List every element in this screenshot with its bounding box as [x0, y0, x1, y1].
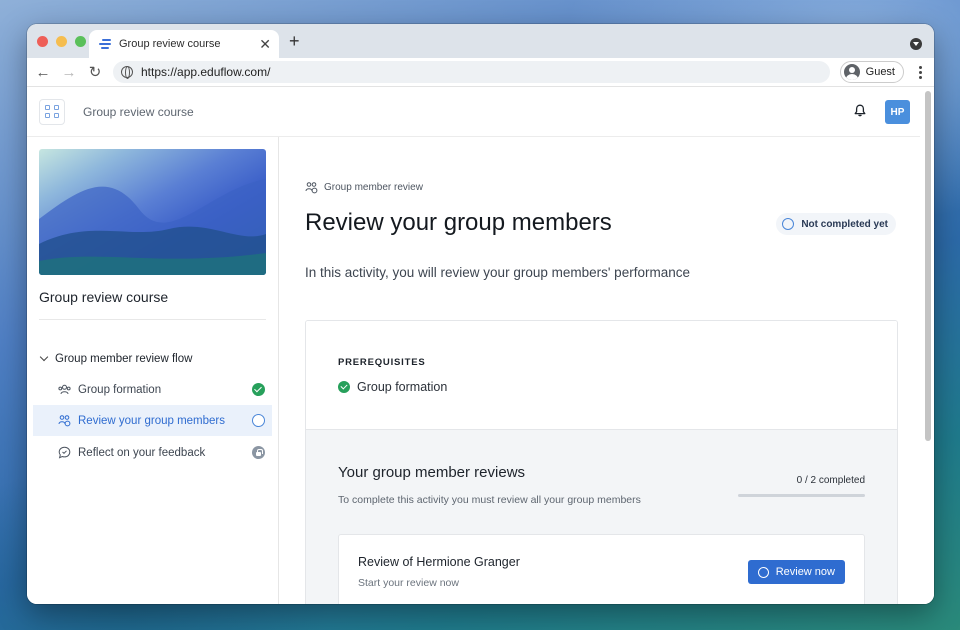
- chat-icon: [58, 446, 71, 459]
- group-review-icon: [305, 182, 318, 194]
- sidebar-item-label: Reflect on your feedback: [78, 446, 206, 459]
- lock-icon: [252, 446, 265, 459]
- browser-window: Group review course ✕ + ← → ↻ https://ap…: [27, 24, 934, 604]
- prerequisites-section: PREREQUISITES Group formation: [306, 321, 897, 430]
- browser-tab[interactable]: Group review course ✕: [89, 30, 279, 58]
- browser-toolbar: ← → ↻ https://app.eduflow.com/ Guest: [27, 58, 934, 87]
- forward-arrow-icon[interactable]: →: [61, 64, 77, 81]
- reviews-subtitle: To complete this activity you must revie…: [338, 494, 641, 506]
- url-text: https://app.eduflow.com/: [141, 65, 271, 79]
- tab-title: Group review course: [119, 38, 221, 50]
- bell-icon[interactable]: [854, 104, 866, 117]
- zoom-window-button[interactable]: [75, 36, 86, 47]
- flow-title: Group member review flow: [55, 353, 193, 365]
- sidebar-course-name: Group review course: [39, 289, 169, 305]
- group-icon: [58, 384, 71, 395]
- activity-description: In this activity, you will review your g…: [305, 265, 690, 280]
- course-cover-image: [39, 149, 266, 275]
- app-content: Group review course HP Group review cour…: [27, 87, 934, 604]
- prerequisites-label: PREREQUISITES: [338, 357, 426, 368]
- completed-check-icon: [338, 381, 350, 393]
- not-completed-circle-icon: [252, 414, 265, 427]
- guest-avatar-icon: [843, 64, 860, 80]
- user-avatar[interactable]: HP: [885, 100, 910, 124]
- reviews-section: Your group member reviews To complete th…: [306, 430, 897, 604]
- app-header: Group review course HP: [27, 87, 934, 137]
- close-window-button[interactable]: [37, 36, 48, 47]
- reload-icon[interactable]: ↻: [87, 64, 103, 81]
- flow-section-header[interactable]: Group member review flow: [39, 352, 193, 365]
- address-bar[interactable]: https://app.eduflow.com/: [113, 61, 830, 83]
- scrollbar[interactable]: [920, 87, 934, 604]
- minimize-window-button[interactable]: [56, 36, 67, 47]
- review-subtitle: Start your review now: [358, 577, 459, 589]
- close-tab-icon[interactable]: ✕: [259, 37, 271, 51]
- eduflow-favicon-icon: [99, 39, 111, 49]
- sidebar-item-label: Review your group members: [78, 414, 226, 427]
- profile-label: Guest: [865, 66, 895, 78]
- group-review-icon: [58, 415, 71, 427]
- globe-icon: [121, 66, 133, 79]
- sidebar-item-review-group-members[interactable]: Review your group members: [33, 405, 272, 436]
- progress-bar: [738, 494, 865, 497]
- status-label: Not completed yet: [801, 218, 888, 230]
- review-now-label: Review now: [775, 566, 835, 578]
- header-course-title[interactable]: Group review course: [83, 105, 194, 119]
- reviews-title: Your group member reviews: [338, 464, 526, 481]
- tab-strip: Group review course ✕ +: [27, 24, 934, 58]
- tab-search-icon[interactable]: [910, 38, 922, 50]
- sidebar-divider: [39, 319, 266, 320]
- review-now-button[interactable]: Review now: [747, 560, 845, 584]
- breadcrumb: Group member review: [305, 181, 423, 194]
- sidebar-item-label: Group formation: [78, 383, 162, 396]
- apps-grid-icon[interactable]: [39, 98, 65, 125]
- prerequisite-item[interactable]: Group formation: [338, 380, 447, 394]
- chevron-down-icon: [39, 352, 49, 362]
- back-arrow-icon[interactable]: ←: [35, 64, 51, 81]
- window-controls: [37, 36, 86, 47]
- sidebar-item-reflect-feedback[interactable]: Reflect on your feedback: [33, 437, 272, 468]
- not-completed-circle-icon: [782, 218, 795, 230]
- activity-main: Group member review Review your group me…: [280, 137, 920, 604]
- completed-check-icon: [252, 383, 265, 396]
- scrollbar-thumb[interactable]: [925, 91, 931, 441]
- review-title: Review of Hermione Granger: [358, 555, 520, 569]
- new-tab-button[interactable]: +: [289, 32, 300, 50]
- circle-icon: [757, 566, 769, 578]
- status-badge: Not completed yet: [776, 213, 896, 235]
- prerequisite-label: Group formation: [357, 380, 448, 394]
- profile-button[interactable]: Guest: [839, 61, 904, 83]
- review-card: Review of Hermione Granger Start your re…: [338, 534, 865, 604]
- course-sidebar: Group review course Group member review …: [27, 137, 279, 604]
- browser-menu-icon[interactable]: [914, 65, 926, 79]
- page-title: Review your group members: [305, 209, 612, 236]
- breadcrumb-label: Group member review: [324, 182, 423, 193]
- activity-card: PREREQUISITES Group formation Your group…: [305, 320, 898, 604]
- progress-text: 0 / 2 completed: [796, 475, 865, 486]
- sidebar-item-group-formation[interactable]: Group formation: [33, 374, 272, 405]
